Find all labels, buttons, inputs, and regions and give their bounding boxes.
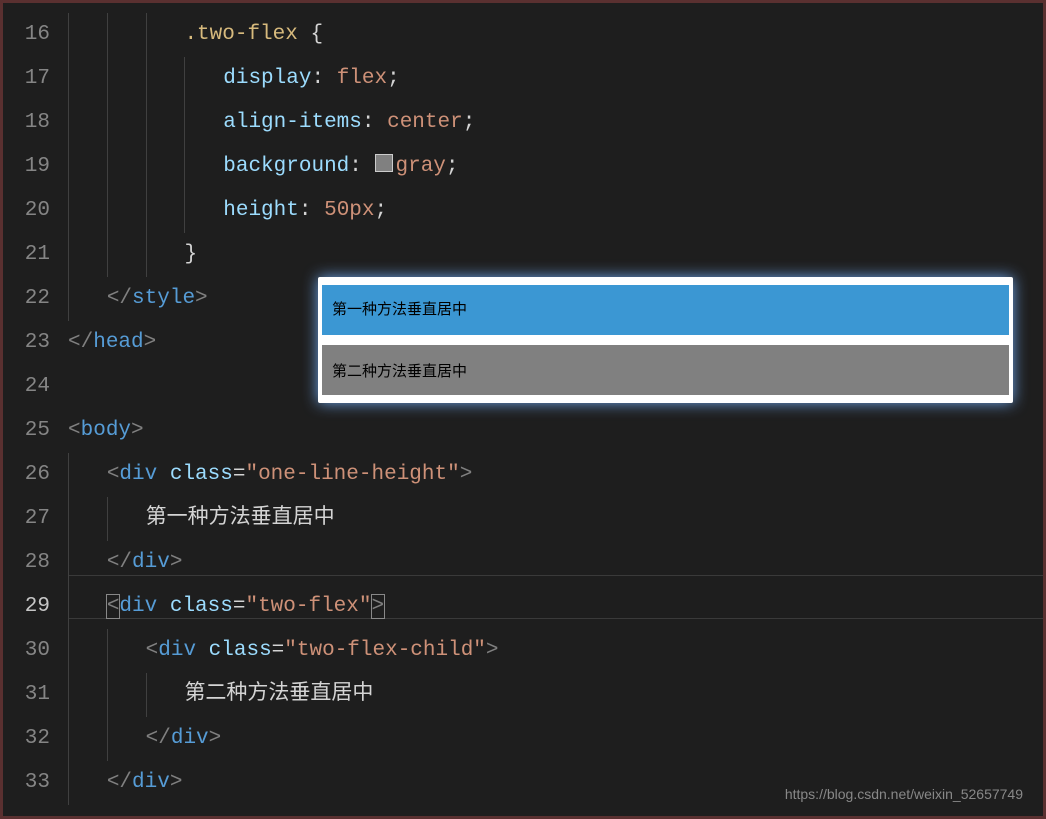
text-content: 第一种方法垂直居中 (146, 507, 335, 530)
line-number: 24 (3, 365, 68, 409)
css-property: height (223, 199, 299, 222)
html-attr-value: "one-line-height" (245, 463, 459, 486)
html-attr-value: "two-flex-child" (284, 639, 486, 662)
line-number: 29 (3, 585, 68, 629)
line-number: 17 (3, 57, 68, 101)
html-tag: head (93, 331, 143, 354)
line-number: 27 (3, 497, 68, 541)
html-tag: body (81, 419, 131, 442)
code-editor[interactable]: 16 17 18 19 20 21 22 23 24 25 26 27 28 2… (3, 3, 1043, 816)
css-value: flex (337, 67, 387, 90)
text-content: 第二种方法垂直居中 (184, 683, 373, 706)
css-selector: .two-flex (184, 23, 297, 46)
preview-row-one: 第一种方法垂直居中 (322, 285, 1009, 335)
line-number-gutter: 16 17 18 19 20 21 22 23 24 25 26 27 28 2… (3, 3, 68, 816)
preview-popup: 第一种方法垂直居中 第二种方法垂直居中 (318, 277, 1013, 403)
html-tag: style (132, 287, 195, 310)
preview-text: 第一种方法垂直居中 (332, 285, 467, 335)
line-number: 21 (3, 233, 68, 277)
code-line[interactable]: 第一种方法垂直居中 (68, 497, 1043, 541)
css-value: gray (396, 155, 446, 178)
preview-text: 第二种方法垂直居中 (332, 360, 467, 381)
line-number: 28 (3, 541, 68, 585)
code-line[interactable]: </div> (68, 541, 1043, 585)
code-line[interactable]: <div class="two-flex"> (68, 585, 1043, 629)
html-tag: div (132, 771, 170, 794)
code-content[interactable]: .two-flex { display: flex; align-items: … (68, 3, 1043, 816)
color-swatch-icon[interactable] (375, 154, 393, 172)
html-attr: class (209, 639, 272, 662)
line-number: 20 (3, 189, 68, 233)
line-number: 31 (3, 673, 68, 717)
line-number: 19 (3, 145, 68, 189)
code-line[interactable]: </div> (68, 717, 1043, 761)
html-tag: div (132, 551, 170, 574)
line-number: 18 (3, 101, 68, 145)
css-property: align-items (223, 111, 362, 134)
line-number: 23 (3, 321, 68, 365)
html-attr-value: "two-flex" (245, 595, 371, 618)
line-number: 16 (3, 13, 68, 57)
line-number: 26 (3, 453, 68, 497)
html-tag: div (119, 595, 157, 618)
line-number: 33 (3, 761, 68, 805)
html-tag: div (158, 639, 196, 662)
code-line[interactable]: display: flex; (68, 57, 1043, 101)
css-property: display (223, 67, 311, 90)
css-value: center (387, 111, 463, 134)
code-line[interactable]: <body> (68, 409, 1043, 453)
css-property: background (223, 155, 349, 178)
line-number: 25 (3, 409, 68, 453)
code-line[interactable]: align-items: center; (68, 101, 1043, 145)
code-line[interactable]: } (68, 233, 1043, 277)
code-line[interactable]: .two-flex { (68, 13, 1043, 57)
code-line[interactable]: background: gray; (68, 145, 1043, 189)
line-number: 22 (3, 277, 68, 321)
code-line[interactable]: <div class="one-line-height"> (68, 453, 1043, 497)
html-attr: class (170, 463, 233, 486)
html-attr: class (170, 595, 233, 618)
html-tag: div (171, 727, 209, 750)
brace: { (298, 23, 323, 46)
line-number: 32 (3, 717, 68, 761)
code-line[interactable]: 第二种方法垂直居中 (68, 673, 1043, 717)
preview-row-two: 第二种方法垂直居中 (322, 345, 1009, 395)
code-line[interactable]: <div class="two-flex-child"> (68, 629, 1043, 673)
watermark: https://blog.csdn.net/weixin_52657749 (785, 786, 1023, 802)
html-tag: div (119, 463, 157, 486)
brace: } (184, 243, 197, 266)
code-line[interactable]: height: 50px; (68, 189, 1043, 233)
line-number: 30 (3, 629, 68, 673)
css-value: 50px (324, 199, 374, 222)
